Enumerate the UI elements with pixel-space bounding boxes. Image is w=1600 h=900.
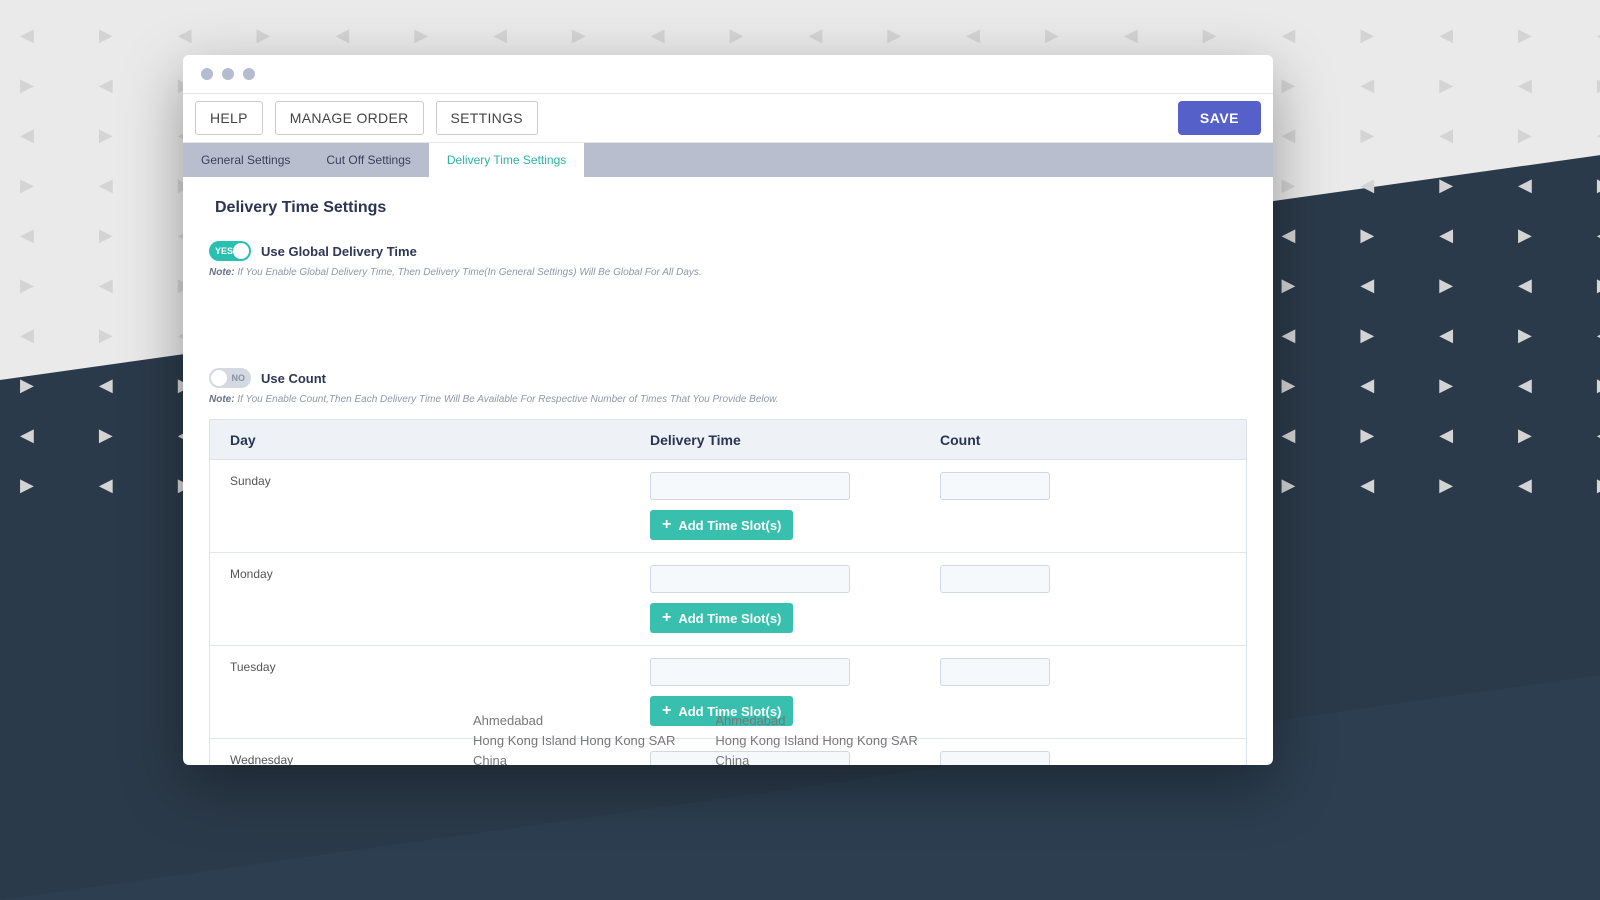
delivery-time-input[interactable]	[650, 472, 850, 500]
toolbar: HELP MANAGE ORDER SETTINGS SAVE	[183, 93, 1273, 143]
page-title: Delivery Time Settings	[215, 199, 1247, 217]
option-count-note: Note: If You Enable Count,Then Each Deli…	[209, 394, 779, 405]
delivery-time-input[interactable]	[650, 565, 850, 593]
add-time-slot-button[interactable]: + Add Time Slot(s)	[650, 603, 793, 633]
option-global-delivery: YES Use Global Delivery Time Note: If Yo…	[209, 241, 702, 278]
tab-delivery-time-settings[interactable]: Delivery Time Settings	[429, 143, 584, 177]
window-maximize-dot[interactable]	[243, 68, 255, 80]
header-day: Day	[210, 432, 630, 448]
plus-icon: +	[662, 517, 671, 533]
toggle-label: YES	[215, 246, 233, 256]
count-input[interactable]	[940, 565, 1050, 593]
settings-button[interactable]: SETTINGS	[436, 101, 538, 135]
cell-day: Tuesday	[210, 658, 630, 674]
app-window: HELP MANAGE ORDER SETTINGS SAVE General …	[183, 55, 1273, 765]
footer-address-2: Ahmedabad Hong Kong Island Hong Kong SAR…	[715, 711, 917, 765]
delivery-time-input[interactable]	[650, 658, 850, 686]
count-input[interactable]	[940, 658, 1050, 686]
table-row: Monday + Add Time Slot(s)	[210, 553, 1246, 646]
option-use-count: NO Use Count Note: If You Enable Count,T…	[209, 368, 779, 405]
help-button[interactable]: HELP	[195, 101, 263, 135]
toggle-use-count[interactable]: NO	[209, 368, 251, 388]
manage-order-button[interactable]: MANAGE ORDER	[275, 101, 424, 135]
header-delivery-time: Delivery Time	[630, 432, 930, 448]
save-button[interactable]: SAVE	[1178, 101, 1261, 135]
option-global-note: Note: If You Enable Global Delivery Time…	[209, 267, 702, 278]
cell-day: Monday	[210, 565, 630, 581]
tab-cutoff-settings[interactable]: Cut Off Settings	[308, 143, 429, 177]
plus-icon: +	[662, 610, 671, 626]
toggle-label: NO	[232, 373, 246, 383]
footer-address-block: Ahmedabad Hong Kong Island Hong Kong SAR…	[473, 711, 918, 765]
option-count-label: Use Count	[261, 371, 326, 386]
window-minimize-dot[interactable]	[222, 68, 234, 80]
table-row: Sunday + Add Time Slot(s)	[210, 460, 1246, 553]
table-header: Day Delivery Time Count	[210, 420, 1246, 460]
count-input[interactable]	[940, 751, 1050, 765]
option-global-label: Use Global Delivery Time	[261, 244, 417, 259]
add-time-slot-button[interactable]: + Add Time Slot(s)	[650, 510, 793, 540]
window-close-dot[interactable]	[201, 68, 213, 80]
count-input[interactable]	[940, 472, 1050, 500]
tab-general-settings[interactable]: General Settings	[183, 143, 308, 177]
header-count: Count	[930, 432, 1246, 448]
footer-address-1: Ahmedabad Hong Kong Island Hong Kong SAR…	[473, 711, 675, 765]
cell-day: Sunday	[210, 472, 630, 488]
tab-bar: General Settings Cut Off Settings Delive…	[183, 143, 1273, 177]
toggle-global-delivery[interactable]: YES	[209, 241, 251, 261]
content-area: Delivery Time Settings YES Use Global De…	[183, 177, 1273, 765]
window-titlebar	[183, 55, 1273, 93]
